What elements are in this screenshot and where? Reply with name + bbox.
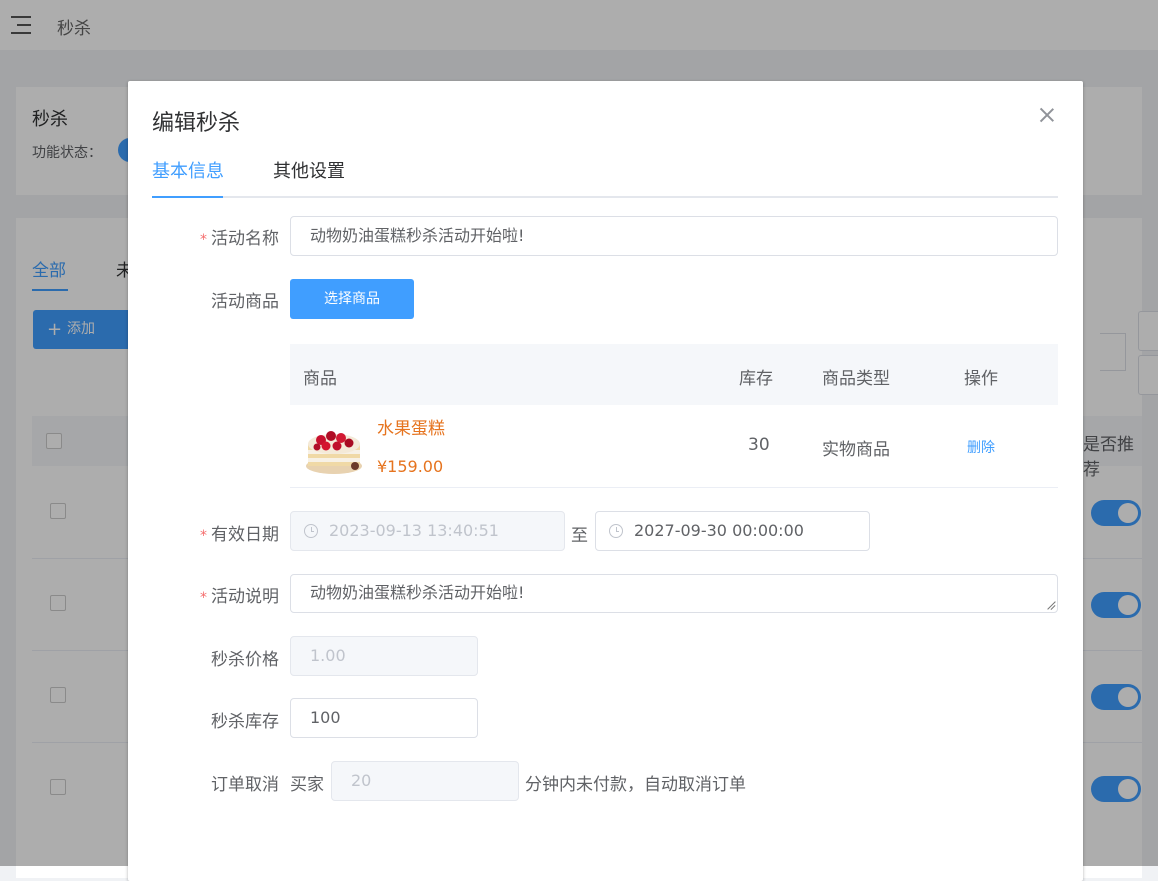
- cancel-minutes-input: 20: [331, 761, 519, 801]
- label-order-cancel: 订单取消: [211, 775, 279, 795]
- col-stock: 库存: [739, 369, 773, 389]
- label-activity-name: * 活动名称: [154, 224, 279, 249]
- end-date-input[interactable]: 2027-09-30 00:00:00: [595, 511, 870, 551]
- end-date-value: 2027-09-30 00:00:00: [634, 521, 804, 540]
- label-seckill-stock: 秒杀库存: [211, 712, 279, 732]
- activity-desc-textarea[interactable]: 动物奶油蛋糕秒杀活动开始啦!: [290, 574, 1058, 613]
- tab-basic-info[interactable]: 基本信息: [152, 161, 224, 198]
- activity-name-input[interactable]: 动物奶油蛋糕秒杀活动开始啦!: [290, 216, 1058, 256]
- cancel-prefix: 买家: [290, 775, 324, 795]
- tab-other-settings[interactable]: 其他设置: [273, 161, 345, 198]
- seckill-stock-input[interactable]: 100: [290, 698, 478, 738]
- tab-active-indicator: [152, 196, 223, 198]
- close-icon[interactable]: [1039, 107, 1055, 123]
- desc-value: 动物奶油蛋糕秒杀活动开始啦!: [310, 583, 525, 602]
- label-seckill-price: 秒杀价格: [211, 650, 279, 670]
- required-mark: *: [200, 528, 207, 544]
- goods-name: 水果蛋糕: [377, 419, 445, 439]
- required-mark: *: [200, 232, 207, 248]
- col-goods-type: 商品类型: [822, 369, 890, 389]
- clock-icon: [609, 524, 623, 538]
- goods-table-header: 商品 库存 商品类型 操作: [290, 344, 1058, 405]
- start-date-value: 2023-09-13 13:40:51: [329, 521, 499, 540]
- label-text: 活动名称: [211, 229, 279, 249]
- label-text: 活动说明: [211, 587, 279, 607]
- col-goods: 商品: [303, 369, 337, 389]
- cancel-suffix: 分钟内未付款，自动取消订单: [525, 775, 746, 795]
- edit-seckill-dialog: 编辑秒杀 基本信息 其他设置 * 活动名称 动物奶油蛋糕秒杀活动开始啦! 活动商品…: [128, 81, 1083, 881]
- delete-goods-link[interactable]: 删除: [967, 437, 995, 457]
- cake-image: [303, 416, 365, 477]
- dialog-tabs: 基本信息 其他设置: [152, 161, 1058, 198]
- clock-icon: [304, 524, 318, 538]
- required-mark: *: [200, 590, 207, 606]
- goods-type: 实物商品: [822, 440, 890, 460]
- label-text: 有效日期: [211, 525, 279, 545]
- table-row: 水果蛋糕 ¥159.00 30 实物商品 删除: [290, 405, 1058, 488]
- col-action: 操作: [964, 369, 998, 389]
- seckill-price-input: 1.00: [290, 636, 478, 676]
- goods-price: ¥159.00: [377, 457, 444, 476]
- date-separator: 至: [571, 526, 588, 546]
- goods-stock: 30: [748, 435, 770, 455]
- start-date-input: 2023-09-13 13:40:51: [290, 511, 565, 551]
- dialog-title: 编辑秒杀: [152, 111, 241, 136]
- select-goods-button[interactable]: 选择商品: [290, 279, 414, 319]
- label-activity-goods: 活动商品: [211, 292, 279, 312]
- label-activity-desc: * 活动说明: [154, 582, 279, 607]
- resize-handle-icon[interactable]: [1046, 601, 1055, 610]
- label-valid-date: * 有效日期: [154, 520, 279, 545]
